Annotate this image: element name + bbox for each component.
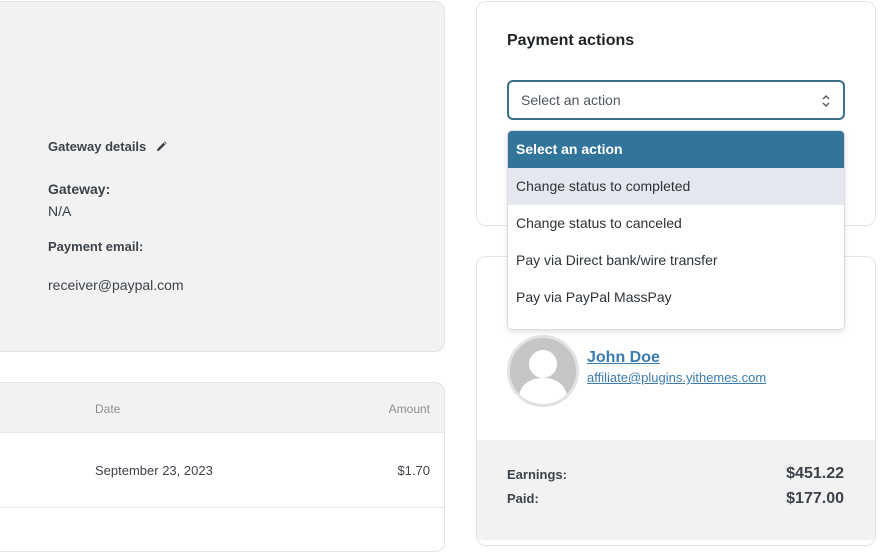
column-header-date[interactable]: Date [95, 402, 120, 416]
gateway-label: Gateway: [48, 181, 111, 197]
paid-label: Paid: [507, 491, 539, 506]
avatar [507, 335, 579, 407]
table-header: Date Amount [0, 383, 444, 433]
earnings-label: Earnings: [507, 467, 567, 482]
select-value: Select an action [521, 92, 621, 108]
column-header-amount[interactable]: Amount [389, 402, 430, 416]
payment-email-label: Payment email: [48, 239, 144, 254]
affiliate-email-link[interactable]: affiliate@plugins.yithemes.com [587, 370, 766, 385]
gateway-details-card [0, 1, 445, 352]
option-change-status-canceled[interactable]: Change status to canceled [508, 205, 844, 242]
option-select-an-action[interactable]: Select an action [508, 131, 844, 168]
payment-action-select[interactable]: Select an action [507, 80, 845, 120]
option-pay-direct-bank[interactable]: Pay via Direct bank/wire transfer [508, 242, 844, 279]
pencil-icon[interactable] [156, 141, 167, 152]
paid-value: $177.00 [786, 490, 844, 507]
option-pay-paypal-masspay[interactable]: Pay via PayPal MassPay [508, 279, 844, 316]
table-row: September 23, 2023 $1.70 [0, 433, 444, 508]
option-pay-account-funds[interactable]: Pay via Account funds [508, 316, 844, 329]
chevron-up-down-icon [822, 95, 830, 107]
gateway-value: N/A [48, 203, 72, 219]
gateway-details-heading: Gateway details [48, 139, 167, 154]
row-amount: $1.70 [397, 463, 430, 478]
row-date: September 23, 2023 [95, 463, 213, 478]
payment-actions-title: Payment actions [507, 32, 635, 49]
affiliate-name-link[interactable]: John Doe [587, 349, 660, 367]
gateway-details-title: Gateway details [48, 139, 147, 154]
payment-email-value: receiver@paypal.com [48, 277, 184, 293]
user-avatar-icon [518, 350, 568, 404]
payment-action-dropdown: Select an action Change status to comple… [507, 130, 845, 330]
option-change-status-completed[interactable]: Change status to completed [508, 168, 844, 205]
earnings-value: $451.22 [786, 465, 844, 482]
payments-table: Date Amount September 23, 2023 $1.70 [0, 382, 445, 552]
